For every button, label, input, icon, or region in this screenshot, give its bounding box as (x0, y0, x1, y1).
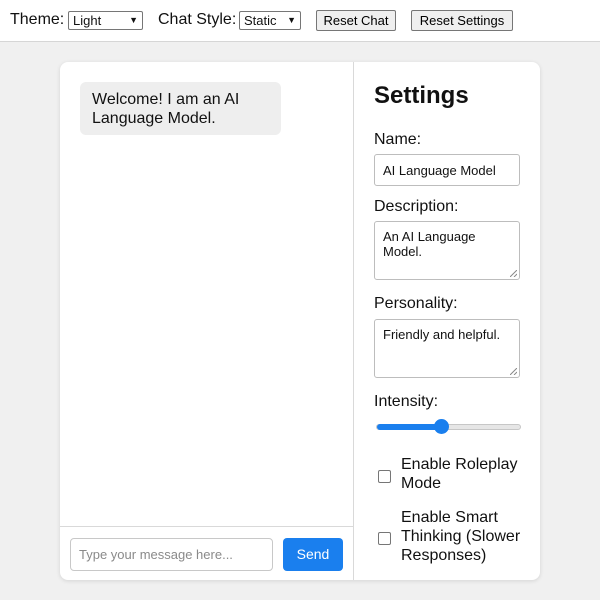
main-card: Welcome! I am an AI Language Model. Send… (60, 62, 540, 580)
chat-input-row: Send (60, 526, 353, 580)
chat-style-label: Chat Style: (158, 11, 237, 28)
description-text: An AI Language Model. (383, 229, 476, 259)
smart-thinking-checkbox[interactable] (378, 532, 391, 545)
chat-pane: Welcome! I am an AI Language Model. Send (60, 62, 353, 580)
chevron-down-icon: ▼ (287, 15, 296, 25)
message-input[interactable] (70, 538, 273, 571)
send-button[interactable]: Send (283, 538, 343, 571)
theme-select[interactable]: Light ▼ (68, 11, 143, 30)
chevron-down-icon: ▼ (129, 15, 138, 25)
reset-chat-button[interactable]: Reset Chat (316, 10, 396, 31)
reset-settings-button[interactable]: Reset Settings (411, 10, 513, 31)
intensity-slider-fill (377, 424, 441, 430)
resize-grip-icon (510, 270, 517, 277)
chat-message-bubble: Welcome! I am an AI Language Model. (80, 82, 281, 135)
resize-grip-icon (510, 368, 517, 375)
description-field[interactable]: An AI Language Model. (374, 221, 520, 280)
theme-label: Theme: (10, 11, 65, 28)
chat-style-select[interactable]: Static ▼ (239, 11, 301, 30)
description-label: Description: (374, 198, 459, 215)
personality-text: Friendly and helpful. (383, 327, 501, 342)
chat-style-select-value: Static (244, 13, 277, 28)
intensity-slider[interactable] (376, 419, 521, 434)
roleplay-label: Enable Roleplay Mode (401, 456, 518, 492)
name-field[interactable] (374, 154, 520, 186)
intensity-label: Intensity: (374, 393, 439, 410)
intensity-slider-thumb[interactable] (434, 419, 449, 434)
name-label: Name: (374, 131, 422, 148)
roleplay-checkbox[interactable] (378, 470, 391, 483)
personality-label: Personality: (374, 295, 458, 312)
theme-select-value: Light (73, 13, 102, 28)
smart-thinking-label: Enable Smart Thinking (Slower Responses) (401, 509, 521, 564)
top-toolbar: Theme: Light ▼ Chat Style: Static ▼ Rese… (0, 0, 600, 42)
settings-title: Settings (374, 82, 469, 109)
personality-field[interactable]: Friendly and helpful. (374, 319, 520, 378)
settings-panel: Settings Name: Description: An AI Langua… (354, 62, 540, 580)
